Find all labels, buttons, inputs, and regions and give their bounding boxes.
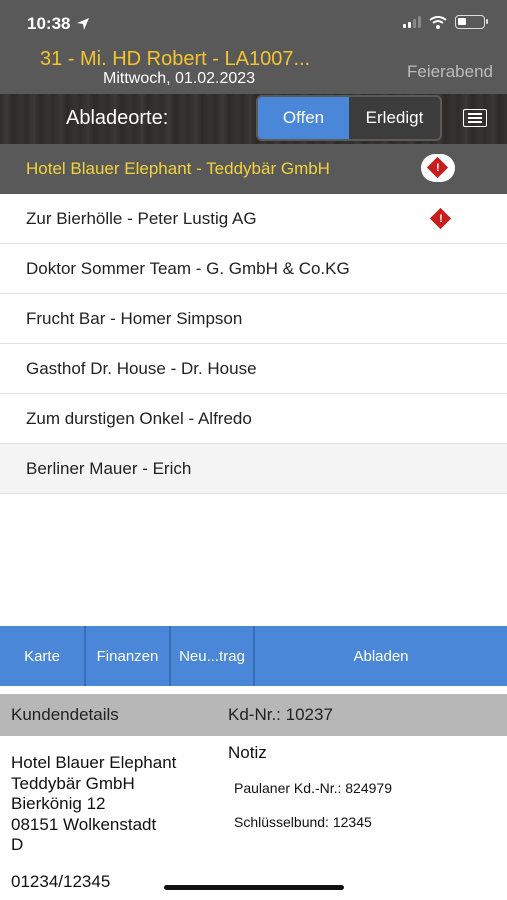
location-label: Zur Bierhölle - Peter Lustig AG xyxy=(26,208,257,228)
abladeorte-label: Abladeorte: xyxy=(66,107,169,129)
warning-badge: ! xyxy=(421,154,455,182)
address-line: D xyxy=(11,835,24,854)
finance-button[interactable]: Finanzen xyxy=(86,626,171,686)
warning-icon: ! xyxy=(429,207,452,230)
address-line: Teddybär GmbH xyxy=(11,773,135,793)
location-label: Zum durstigen Onkel - Alfredo xyxy=(26,408,252,428)
customer-details-title: Kundendetails xyxy=(11,705,119,724)
tab-erledigt[interactable]: Erledigt xyxy=(349,97,440,139)
location-item[interactable]: Frucht Bar - Homer Simpson xyxy=(0,294,507,344)
address-line: Bierkönig 12 xyxy=(11,794,106,813)
location-item[interactable]: Berliner Mauer - Erich xyxy=(0,444,507,494)
location-item[interactable]: Zur Bierhölle - Peter Lustig AG ! xyxy=(0,194,507,244)
list-view-icon[interactable] xyxy=(463,109,487,127)
note-line: Paulaner Kd.-Nr.: 824979 xyxy=(234,780,392,796)
location-item[interactable]: Gasthof Dr. House - Dr. House xyxy=(0,344,507,394)
tour-date: Mittwoch, 01.02.2023 xyxy=(103,70,256,87)
location-item-selected[interactable]: Hotel Blauer Elephant - Teddybär GmbH ! xyxy=(0,144,507,194)
note-title: Notiz xyxy=(228,743,267,762)
location-arrow-icon xyxy=(77,18,90,30)
tour-title: 31 - Mi. HD Robert - LA1007... xyxy=(40,48,311,70)
status-icons xyxy=(403,15,488,29)
location-list: Hotel Blauer Elephant - Teddybär GmbH ! … xyxy=(0,144,507,494)
customer-address: Hotel Blauer Elephant Teddybär GmbH Bier… xyxy=(11,753,176,856)
location-label: Doktor Sommer Team - G. GmbH & Co.KG xyxy=(26,258,350,278)
new-entry-button[interactable]: Neu...trag xyxy=(171,626,255,686)
feierabend-button[interactable]: Feierabend xyxy=(407,62,493,82)
map-button[interactable]: Karte xyxy=(0,626,86,686)
battery-icon xyxy=(455,15,488,29)
status-segmented-control: Offen Erledigt xyxy=(256,95,442,141)
location-item[interactable]: Doktor Sommer Team - G. GmbH & Co.KG xyxy=(0,244,507,294)
home-indicator[interactable] xyxy=(164,885,344,890)
address-line: 08151 Wolkenstadt xyxy=(11,814,157,834)
location-label: Frucht Bar - Homer Simpson xyxy=(26,308,243,328)
location-label: Hotel Blauer Elephant - Teddybär GmbH xyxy=(26,159,330,178)
wifi-icon xyxy=(429,15,447,29)
customer-number: Kd-Nr.: 10237 xyxy=(228,705,333,724)
location-item[interactable]: Zum durstigen Onkel - Alfredo xyxy=(0,394,507,444)
customer-details-header: Kundendetails Kd-Nr.: 10237 xyxy=(0,694,507,736)
status-time: 10:38 xyxy=(27,14,90,34)
unload-button[interactable]: Abladen xyxy=(255,626,507,686)
top-header: 10:38 31 - Mi. HD Robert - LA1007... Mit… xyxy=(0,0,507,94)
location-label: Berliner Mauer - Erich xyxy=(26,458,192,478)
note-line: Schlüsselbund: 12345 xyxy=(234,814,372,830)
unloading-tabbar: Abladeorte: Offen Erledigt xyxy=(0,94,507,144)
customer-phone[interactable]: 01234/12345 xyxy=(11,872,110,892)
address-line: Hotel Blauer Elephant xyxy=(11,753,177,772)
action-bar: Karte Finanzen Neu...trag Abladen xyxy=(0,626,507,686)
signal-icon xyxy=(403,16,421,28)
location-label: Gasthof Dr. House - Dr. House xyxy=(26,358,257,378)
tab-offen[interactable]: Offen xyxy=(258,97,349,139)
warning-icon: ! xyxy=(426,156,449,179)
